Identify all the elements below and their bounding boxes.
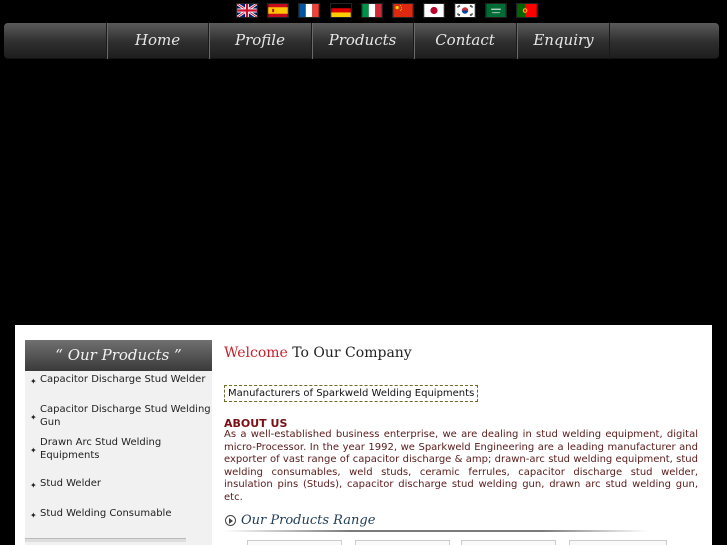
play-circle-icon xyxy=(225,515,236,526)
nav-enquiry[interactable]: Enquiry xyxy=(516,23,610,59)
section-divider xyxy=(223,530,648,532)
page-title: Welcome To Our Company xyxy=(224,345,412,361)
french-flag-icon[interactable] xyxy=(298,3,320,18)
nav-contact[interactable]: Contact xyxy=(413,23,516,59)
bullet-icon: ✦ xyxy=(30,446,37,455)
welcome-highlight: Welcome xyxy=(224,345,288,361)
product-thumbnail[interactable] xyxy=(355,540,450,545)
main-navigation: Home Profile Products Contact Enquiry xyxy=(4,23,719,59)
sidebar-item-stud-welder[interactable]: ✦ Stud Welder xyxy=(25,477,212,490)
arabic-flag-icon[interactable] xyxy=(485,3,507,18)
german-flag-icon[interactable] xyxy=(330,3,352,18)
product-thumbnail[interactable] xyxy=(247,540,342,545)
content-panel: “ Our Products ” ✦ Capacitor Discharge S… xyxy=(15,325,712,545)
nav-profile[interactable]: Profile xyxy=(208,23,311,59)
chinese-flag-icon[interactable] xyxy=(392,3,414,18)
bullet-icon: ✦ xyxy=(30,376,37,386)
sidebar-item-label: Capacitor Discharge Stud Welding Gun xyxy=(40,404,211,428)
language-flags xyxy=(0,3,727,20)
sidebar-item-cd-stud-welding-gun[interactable]: ✦ Capacitor Discharge Stud Welding Gun xyxy=(25,403,212,429)
sidebar-item-label: Stud Welder xyxy=(40,478,101,489)
sidebar-item-label: Drawn Arc Stud Welding Equipments xyxy=(40,437,162,461)
nav-products[interactable]: Products xyxy=(311,23,413,59)
bullet-icon: ✦ xyxy=(30,510,37,520)
portuguese-flag-icon[interactable] xyxy=(516,3,538,18)
japanese-flag-icon[interactable] xyxy=(423,3,445,18)
welcome-rest: To Our Company xyxy=(287,345,412,361)
english-flag-icon[interactable] xyxy=(236,3,258,18)
sidebar-item-label: Capacitor Discharge Stud Welder xyxy=(40,374,206,385)
bullet-icon: ✦ xyxy=(30,413,37,422)
sidebar-item-label: Stud Welding Consumable xyxy=(40,508,172,519)
product-thumbnail[interactable] xyxy=(461,540,556,545)
product-thumbnail[interactable] xyxy=(569,540,667,545)
korean-flag-icon[interactable] xyxy=(454,3,476,18)
products-sidebar: “ Our Products ” ✦ Capacitor Discharge S… xyxy=(25,340,212,545)
sidebar-item-cd-stud-welder[interactable]: ✦ Capacitor Discharge Stud Welder xyxy=(25,373,212,386)
nav-home[interactable]: Home xyxy=(106,23,208,59)
about-paragraph: As a well-established business enterpris… xyxy=(224,429,698,503)
sidebar-item-stud-welding-consumable[interactable]: ✦ Stud Welding Consumable xyxy=(25,507,212,520)
italian-flag-icon[interactable] xyxy=(361,3,383,18)
products-range-title: Our Products Range xyxy=(241,513,376,528)
bullet-icon: ✦ xyxy=(30,480,37,490)
sidebar-title: “ Our Products ” xyxy=(25,340,212,371)
tagline: Manufacturers of Sparkweld Welding Equip… xyxy=(224,385,479,402)
sidebar-divider xyxy=(25,538,186,542)
spanish-flag-icon[interactable] xyxy=(267,3,289,18)
sidebar-item-drawn-arc-equipments[interactable]: ✦ Drawn Arc Stud Welding Equipments xyxy=(25,436,212,462)
